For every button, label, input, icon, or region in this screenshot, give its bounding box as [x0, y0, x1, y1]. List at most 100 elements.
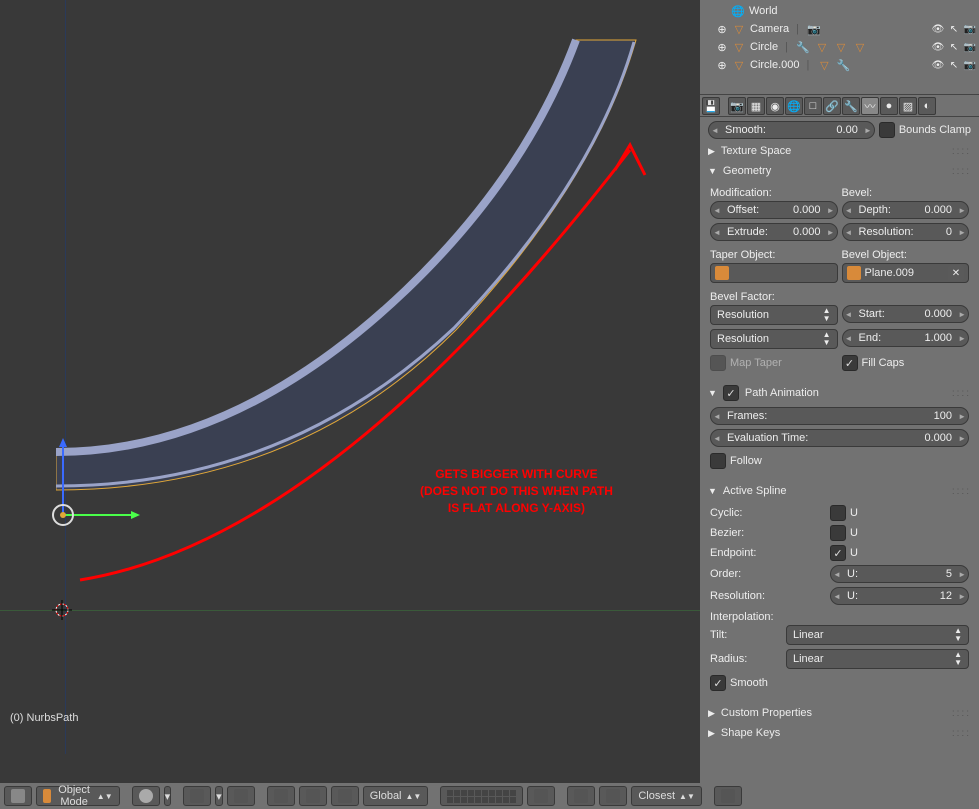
path-anim-check[interactable] — [723, 385, 739, 401]
shading-dd[interactable]: ▾ — [164, 786, 172, 806]
selectable-icon[interactable]: ↖ — [947, 40, 961, 54]
annotation-line: (DOES NOT DO THIS WHEN PATH — [420, 483, 613, 500]
panel-path-animation[interactable]: ▼Path Animation:::: — [704, 383, 975, 403]
tab-object-icon[interactable]: □ — [804, 97, 822, 115]
endpoint-u-label: U — [850, 547, 858, 559]
frames-field[interactable]: ◄Frames:100► — [710, 407, 969, 425]
outliner-item-camera[interactable]: ⊕ ▽ Camera | 📷 👁 ↖ 📷 — [702, 20, 977, 38]
depth-field[interactable]: ◄Depth:0.000► — [842, 201, 970, 219]
outliner-label: Camera — [750, 23, 789, 35]
mode-select[interactable]: Object Mode ▲▼ — [36, 786, 120, 806]
endpoint-u-check[interactable] — [830, 545, 846, 561]
outliner-item-circle[interactable]: ⊕ ▽ Circle | 🔧 ▽ ▽ ▽ 👁 ↖ 📷 — [702, 38, 977, 56]
expand-icon[interactable]: ⊕ — [716, 23, 728, 36]
visibility-icon[interactable]: 👁 — [931, 58, 945, 72]
panel-shape-keys[interactable]: ▶Shape Keys:::: — [704, 723, 975, 743]
smooth-check[interactable] — [710, 675, 726, 691]
visibility-icon[interactable]: 👁 — [931, 22, 945, 36]
properties-scroll[interactable]: ◄ Smooth: 0.00 ► Bounds Clamp ▶Texture S… — [700, 117, 979, 809]
curve-geometry[interactable] — [56, 30, 696, 530]
reso-u-field[interactable]: ◄U:12► — [830, 587, 969, 605]
layers-button[interactable] — [440, 786, 523, 806]
outliner-item-world[interactable]: 🌐 World — [702, 2, 977, 20]
world-icon: 🌐 — [730, 3, 746, 19]
tab-render-icon[interactable]: 📷 — [728, 97, 746, 115]
tab-physics-icon[interactable]: ◐ — [918, 97, 936, 115]
viewport-header: Object Mode ▲▼ ▾ ▾ Global ▲▼ — [0, 783, 700, 809]
manipulator[interactable] — [45, 433, 145, 533]
end-field[interactable]: ◄End:1.000► — [842, 329, 970, 347]
tab-scene-icon[interactable]: ◉ — [766, 97, 784, 115]
layers-lock[interactable] — [527, 786, 555, 806]
renderable-icon[interactable]: 📷 — [963, 22, 977, 36]
tab-layers-icon[interactable]: ▦ — [747, 97, 765, 115]
order-u-field[interactable]: ◄U:5► — [830, 565, 969, 583]
offset-field[interactable]: ◄Offset:0.000► — [710, 201, 838, 219]
resolution-field[interactable]: ◄Resolution:0► — [842, 223, 970, 241]
tab-modifiers-icon[interactable]: 🔧 — [842, 97, 860, 115]
expand-icon[interactable]: ⊕ — [716, 41, 728, 54]
manip-scale-icon[interactable] — [331, 786, 359, 806]
tab-save-icon[interactable]: 💾 — [702, 97, 720, 115]
snap-target-label: Closest — [638, 790, 675, 802]
snap-target-select[interactable]: Closest ▲▼ — [631, 786, 702, 806]
manipulator-toggle[interactable] — [227, 786, 255, 806]
tab-data-icon[interactable]: 〰 — [861, 97, 879, 115]
render-button[interactable] — [714, 786, 742, 806]
annotation-line: GETS BIGGER WITH CURVE — [420, 466, 613, 483]
cube-icon — [715, 266, 729, 280]
curve-icon: ▽ — [731, 39, 747, 55]
outliner[interactable]: 🌐 World ⊕ ▽ Camera | 📷 👁 ↖ 📷 ⊕ ▽ Circle … — [700, 0, 979, 95]
outliner-label: World — [749, 5, 778, 17]
panel-title: Geometry — [723, 165, 771, 177]
shading-button[interactable] — [132, 786, 160, 806]
pivot-dd[interactable]: ▾ — [215, 786, 223, 806]
orientation-select[interactable]: Global ▲▼ — [363, 786, 429, 806]
panel-geometry[interactable]: ▼Geometry:::: — [704, 161, 975, 181]
tab-constraints-icon[interactable]: 🔗 — [823, 97, 841, 115]
viewport-3d[interactable]: GETS BIGGER WITH CURVE (DOES NOT DO THIS… — [0, 0, 700, 809]
bevel-mapping-start[interactable]: Resolution▲▼ — [710, 305, 838, 325]
follow-label: Follow — [730, 455, 762, 467]
panel-texture-space[interactable]: ▶Texture Space:::: — [704, 141, 975, 161]
selectable-icon[interactable]: ↖ — [947, 22, 961, 36]
taper-object-field[interactable] — [710, 263, 838, 283]
bezier-u-label: U — [850, 527, 858, 539]
pivot-button[interactable] — [183, 786, 211, 806]
bounds-clamp-check[interactable] — [879, 122, 895, 138]
eval-time-field[interactable]: ◄Evaluation Time:0.000► — [710, 429, 969, 447]
clear-icon[interactable]: ✕ — [948, 265, 964, 281]
tab-world-icon[interactable]: 🌐 — [785, 97, 803, 115]
manip-translate-icon[interactable] — [267, 786, 295, 806]
bevel-mapping-end[interactable]: Resolution▲▼ — [710, 329, 838, 349]
fill-caps-label: Fill Caps — [862, 357, 905, 369]
outliner-item-circle000[interactable]: ⊕ ▽ Circle.000 | ▽ 🔧 👁 ↖ 📷 — [702, 56, 977, 74]
manip-rotate-icon[interactable] — [299, 786, 327, 806]
snap-element[interactable] — [599, 786, 627, 806]
expand-icon[interactable]: ⊕ — [716, 59, 728, 72]
tilt-select[interactable]: Linear▲▼ — [786, 625, 969, 645]
bezier-label: Bezier: — [710, 527, 826, 539]
bezier-u-check[interactable] — [830, 525, 846, 541]
renderable-icon[interactable]: 📷 — [963, 58, 977, 72]
viewport-canvas[interactable]: GETS BIGGER WITH CURVE (DOES NOT DO THIS… — [0, 0, 700, 754]
fill-caps-check[interactable] — [842, 355, 858, 371]
snap-toggle[interactable] — [567, 786, 595, 806]
cyclic-u-check[interactable] — [830, 505, 846, 521]
panel-custom-properties[interactable]: ▶Custom Properties:::: — [704, 703, 975, 723]
tab-texture-icon[interactable]: ▨ — [899, 97, 917, 115]
smooth-field[interactable]: ◄ Smooth: 0.00 ► — [708, 121, 875, 139]
renderable-icon[interactable]: 📷 — [963, 40, 977, 54]
radius-select[interactable]: Linear▲▼ — [786, 649, 969, 669]
visibility-icon[interactable]: 👁 — [931, 40, 945, 54]
start-field[interactable]: ◄Start:0.000► — [842, 305, 970, 323]
annotation-text: GETS BIGGER WITH CURVE (DOES NOT DO THIS… — [420, 466, 613, 516]
panel-active-spline[interactable]: ▼Active Spline:::: — [704, 481, 975, 501]
selectable-icon[interactable]: ↖ — [947, 58, 961, 72]
interp-label: Interpolation: — [710, 609, 969, 625]
extrude-field[interactable]: ◄Extrude:0.000► — [710, 223, 838, 241]
bevel-object-field[interactable]: Plane.009✕ — [842, 263, 970, 283]
follow-check[interactable] — [710, 453, 726, 469]
editor-type-button[interactable] — [4, 786, 32, 806]
tab-material-icon[interactable]: ● — [880, 97, 898, 115]
